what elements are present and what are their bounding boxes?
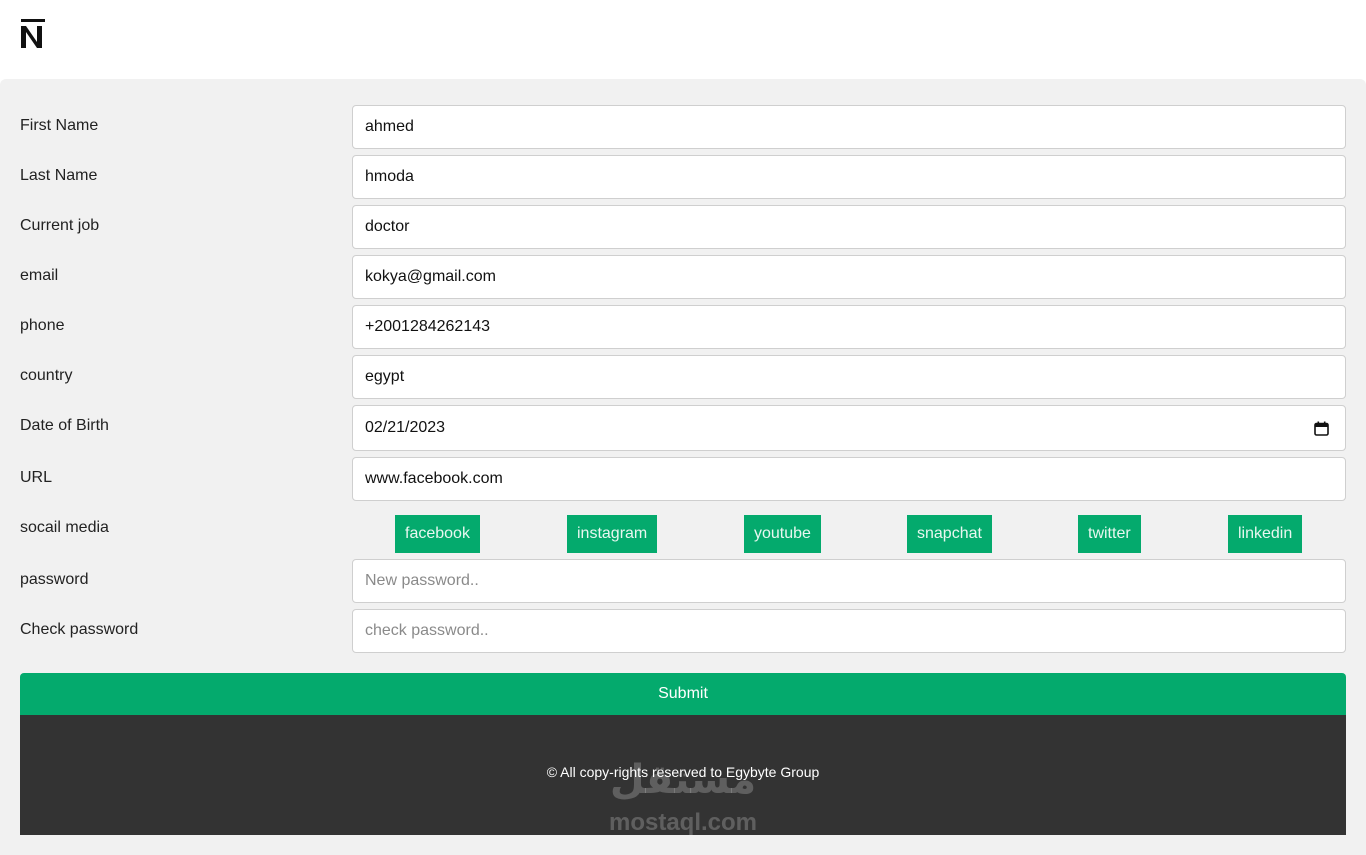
calendar-icon[interactable] [1314,421,1329,436]
password-label: password [20,571,89,588]
url-input[interactable]: www.facebook.com [352,457,1346,501]
country-input[interactable]: egypt [352,355,1346,399]
watermark-url: mostaql.com [608,809,758,836]
submit-button[interactable]: Submit [20,673,1346,715]
check-password-input[interactable]: check password.. [352,609,1346,653]
copyright-text: © All copy-rights reserved to Egybyte Gr… [546,764,820,780]
url-label: URL [20,469,53,486]
first-name-input[interactable]: ahmed [352,105,1346,149]
phone-label: phone [20,317,65,334]
instagram-button[interactable]: instagram [567,515,658,553]
n-logo-icon[interactable] [18,18,46,50]
country-label: country [20,367,73,384]
date-of-birth-input[interactable]: 02/21/2023 [352,405,1346,451]
phone-input[interactable]: +2001284262143 [352,305,1346,349]
current-job-label: Current job [20,217,100,234]
youtube-button[interactable]: youtube [744,515,821,553]
check-password-label: Check password [20,621,139,638]
last-name-label: Last Name [20,167,98,184]
social-media-buttons: facebook instagram youtube snapchat twit… [352,515,1346,553]
password-input[interactable]: New password.. [352,559,1346,603]
linkedin-button[interactable]: linkedin [1228,515,1303,553]
email-label: email [20,267,59,284]
current-job-input[interactable]: doctor [352,205,1346,249]
date-of-birth-value: 02/21/2023 [365,419,446,436]
facebook-button[interactable]: facebook [395,515,480,553]
footer: مستقل mostaql.com © All copy-rights rese… [20,715,1346,836]
top-bar [0,0,1366,79]
first-name-label: First Name [20,117,99,134]
snapchat-button[interactable]: snapchat [907,515,992,553]
last-name-input[interactable]: hmoda [352,155,1346,199]
email-input[interactable]: kokya@gmail.com [352,255,1346,299]
twitter-button[interactable]: twitter [1078,515,1141,553]
date-of-birth-label: Date of Birth [20,417,109,434]
social-media-label: socail media [20,519,109,536]
